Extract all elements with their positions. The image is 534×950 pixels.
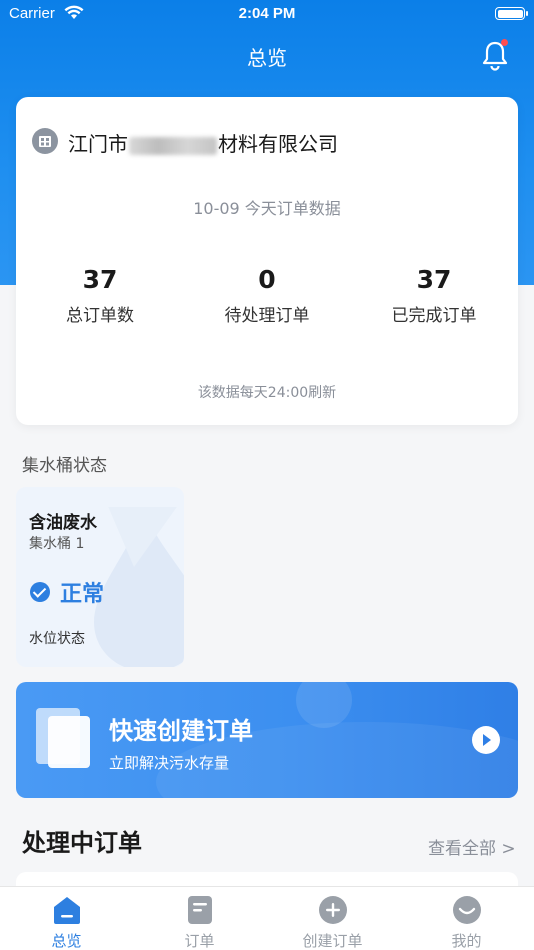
quick-create-subtitle: 立即解决污水存量: [109, 754, 230, 772]
quick-create-order-banner[interactable]: 快速创建订单 立即解决污水存量: [16, 682, 518, 798]
bucket-type: 含油废水: [29, 513, 97, 533]
company-icon: [32, 128, 58, 154]
notification-dot: [501, 39, 508, 46]
company-name-suffix: 材料有限公司: [218, 132, 338, 156]
tab-create-order[interactable]: 创建订单: [266, 887, 399, 950]
stat-pending-orders[interactable]: 0 待处理订单: [183, 265, 351, 326]
status-bar: Carrier 2:04 PM: [0, 0, 534, 28]
check-circle-icon: [30, 582, 50, 602]
bucket-status-text: 正常: [60, 582, 105, 607]
plus-circle-icon: [319, 896, 347, 924]
bucket-section-title: 集水桶状态: [22, 456, 107, 476]
stat-label: 已完成订单: [391, 306, 477, 326]
tab-label: 创建订单: [302, 932, 363, 950]
date-caption: 10-09 今天订单数据: [193, 199, 341, 218]
stat-total-orders[interactable]: 37 总订单数: [16, 265, 184, 326]
document-icon: [36, 708, 92, 768]
company-name-prefix: 江门市: [68, 132, 128, 156]
stat-completed-orders[interactable]: 37 已完成订单: [350, 265, 518, 326]
nav-bar: 总览: [0, 28, 534, 82]
tab-label: 我的: [451, 932, 482, 950]
battery-icon: [495, 7, 528, 20]
tab-orders[interactable]: 订单: [133, 887, 266, 950]
bucket-status: 正常: [30, 576, 104, 608]
stat-label: 待处理订单: [224, 306, 310, 326]
tab-profile[interactable]: 我的: [400, 887, 533, 950]
company-name-redacted: [129, 136, 217, 155]
bucket-name: 集水桶 1: [29, 536, 85, 552]
stat-label: 总订单数: [66, 306, 134, 326]
clock: 2:04 PM: [238, 5, 296, 22]
stat-value: 0: [258, 265, 276, 294]
page-title: 总览: [247, 46, 287, 70]
quick-create-title: 快速创建订单: [109, 717, 253, 745]
home-icon: [54, 897, 80, 924]
smile-icon: [453, 896, 481, 924]
tab-label: 订单: [184, 932, 215, 950]
tab-bar: 总览 订单 创建订单 我的: [0, 886, 534, 950]
stat-value: 37: [416, 265, 452, 294]
refresh-note: 该数据每天24:00刷新: [197, 385, 337, 401]
arrow-right-icon[interactable]: [472, 726, 500, 754]
view-all-link[interactable]: 查看全部 >: [428, 834, 516, 859]
processing-orders-title: 处理中订单: [22, 829, 142, 857]
banner-circle-decoration: [296, 682, 352, 728]
water-level-label: 水位状态: [29, 631, 85, 647]
tab-overview[interactable]: 总览: [0, 887, 133, 950]
order-list-icon: [188, 896, 212, 924]
company-name: 江门市 材料有限公司: [68, 128, 338, 157]
summary-card: 江门市 材料有限公司 10-09 今天订单数据 37 总订单数 0 待处理订单 3…: [16, 97, 518, 425]
tab-label: 总览: [51, 932, 82, 950]
stat-value: 37: [82, 265, 118, 294]
notification-button[interactable]: [479, 39, 511, 71]
bucket-card[interactable]: 含油废水 集水桶 1 正常 水位状态: [16, 487, 184, 667]
